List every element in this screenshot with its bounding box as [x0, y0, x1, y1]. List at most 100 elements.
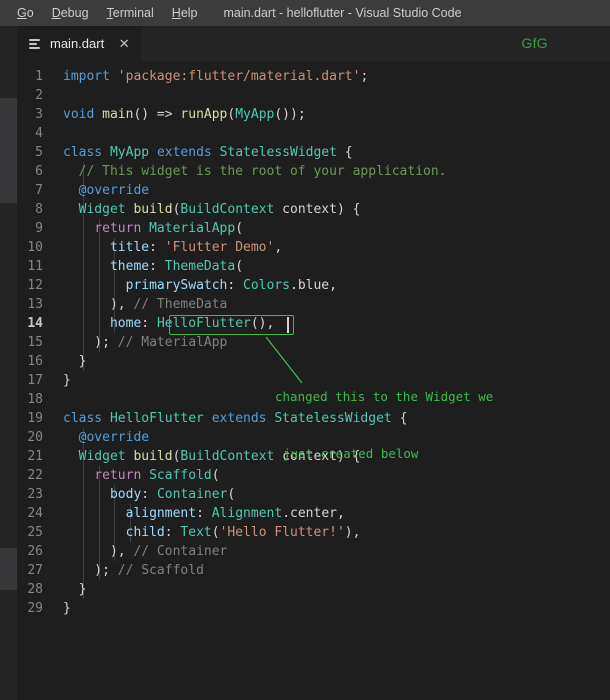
code-line-content[interactable]: home: HelloFlutter(), — [63, 314, 610, 333]
code-token: @override — [78, 183, 150, 198]
code-line-content[interactable]: return MaterialApp( — [63, 219, 610, 238]
code-token: } — [63, 373, 71, 388]
line-number: 3 — [35, 107, 43, 122]
line-number: 16 — [27, 354, 43, 369]
code-token: title — [109, 240, 150, 255]
code-token: MyApp — [235, 107, 275, 122]
close-icon[interactable]: ✕ — [116, 37, 132, 50]
code-line-content[interactable]: primarySwatch: Colors.blue, — [63, 276, 610, 295]
code-line[interactable]: 4 — [17, 124, 610, 143]
menu-bar: Go Debug Terminal Help — [0, 0, 207, 26]
activity-bar[interactable] — [0, 26, 17, 700]
activity-bar-segment-1[interactable] — [0, 98, 17, 203]
code-line[interactable]: 9 return MaterialApp( — [17, 219, 610, 238]
code-line[interactable]: 7 @override — [17, 181, 610, 200]
code-token: ), — [63, 297, 134, 312]
code-token: child — [125, 525, 165, 540]
code-token: (), — [250, 316, 275, 331]
code-line[interactable]: 14 home: HelloFlutter(), — [17, 314, 610, 333]
code-token: } — [63, 354, 87, 369]
code-line-content[interactable]: @override — [63, 181, 610, 200]
code-token: BuildContext — [180, 202, 275, 217]
code-line[interactable]: 13 ), // ThemeData — [17, 295, 610, 314]
code-line[interactable]: 2 — [17, 86, 610, 105]
code-line-content[interactable]: ), // ThemeData — [63, 295, 610, 314]
code-line[interactable]: 26 ), // Container — [17, 542, 610, 561]
line-number: 24 — [27, 506, 43, 521]
code-token: alignment — [125, 506, 197, 521]
code-line[interactable]: 29} — [17, 599, 610, 618]
menu-label-rest: ebug — [60, 6, 89, 20]
code-line-content[interactable]: class MyApp extends StatelessWidget { — [63, 143, 610, 162]
activity-bar-segment-2[interactable] — [0, 548, 17, 590]
code-editor[interactable]: 1 import 'package:flutter/material.dart';… — [17, 61, 610, 700]
code-line[interactable]: 8 Widget build(BuildContext context) { — [17, 200, 610, 219]
code-line-content[interactable]: title: 'Flutter Demo', — [63, 238, 610, 257]
code-token: : — [149, 240, 165, 255]
line-number: 28 — [27, 582, 43, 597]
code-line-content[interactable]: child: Text('Hello Flutter!'), — [63, 523, 610, 542]
code-line[interactable]: 28 } — [17, 580, 610, 599]
menu-item-terminal[interactable]: Terminal — [98, 0, 163, 26]
code-line-content[interactable]: ); // Scaffold — [63, 561, 610, 580]
code-token: Colors — [243, 278, 290, 293]
dart-file-icon — [29, 37, 43, 51]
code-token: theme — [109, 259, 150, 274]
code-line-content[interactable]: Widget build(BuildContext context) { — [63, 200, 610, 219]
code-line-content[interactable]: // This widget is the root of your appli… — [63, 162, 610, 181]
code-line-content[interactable] — [63, 124, 610, 143]
code-token: // Scaffold — [117, 563, 204, 578]
code-line-content[interactable] — [63, 86, 610, 105]
code-line-content[interactable]: void main() => runApp(MyApp()); — [63, 105, 610, 124]
code-token: .center, — [282, 506, 345, 521]
line-number: 13 — [27, 297, 43, 312]
code-line-content[interactable]: alignment: Alignment.center, — [63, 504, 610, 523]
menu-mnemonic: D — [51, 6, 61, 20]
code-line[interactable]: 24 alignment: Alignment.center, — [17, 504, 610, 523]
code-token: : — [164, 525, 181, 540]
code-line[interactable]: 1 import 'package:flutter/material.dart'; — [17, 67, 610, 86]
code-token: // Container — [133, 544, 228, 559]
menu-item-help[interactable]: Help — [163, 0, 207, 26]
code-token: ()); — [274, 107, 306, 122]
code-line-content[interactable]: } — [63, 599, 610, 618]
code-token: class — [63, 145, 103, 160]
code-line[interactable]: 27 ); // Scaffold — [17, 561, 610, 580]
code-line-content[interactable]: theme: ThemeData( — [63, 257, 610, 276]
code-line[interactable]: 5 class MyApp extends StatelessWidget { — [17, 143, 610, 162]
line-number: 25 — [27, 525, 43, 540]
code-token: ( — [227, 487, 236, 502]
code-line[interactable]: 6 // This widget is the root of your app… — [17, 162, 610, 181]
code-token: void — [63, 107, 95, 122]
tab-main-dart[interactable]: main.dart ✕ — [17, 26, 144, 61]
code-line[interactable]: 10 title: 'Flutter Demo', — [17, 238, 610, 257]
code-token: Text — [180, 525, 212, 540]
menu-mnemonic: H — [171, 6, 181, 20]
code-lines[interactable]: 1 import 'package:flutter/material.dart';… — [17, 61, 610, 618]
code-token: Scaffold — [149, 468, 212, 483]
code-line-content[interactable]: import 'package:flutter/material.dart'; — [63, 67, 610, 86]
code-line[interactable]: 12 primarySwatch: Colors.blue, — [17, 276, 610, 295]
code-line-content[interactable]: } — [63, 580, 610, 599]
code-token: StatelessWidget — [219, 145, 337, 160]
menu-item-go[interactable]: Go — [8, 0, 43, 26]
menu-mnemonic: G — [17, 6, 27, 20]
code-line-content[interactable]: ), // Container — [63, 542, 610, 561]
line-number: 8 — [35, 202, 43, 217]
line-number: 6 — [35, 164, 43, 179]
code-token: } — [63, 601, 71, 616]
line-number: 29 — [27, 601, 43, 616]
code-line[interactable]: 3 void main() => runApp(MyApp()); — [17, 105, 610, 124]
code-token: build — [133, 202, 173, 217]
code-line[interactable]: 11 theme: ThemeData( — [17, 257, 610, 276]
menu-item-debug[interactable]: Debug — [43, 0, 98, 26]
code-line[interactable]: 25 child: Text('Hello Flutter!'), — [17, 523, 610, 542]
code-token: extends — [156, 145, 212, 160]
